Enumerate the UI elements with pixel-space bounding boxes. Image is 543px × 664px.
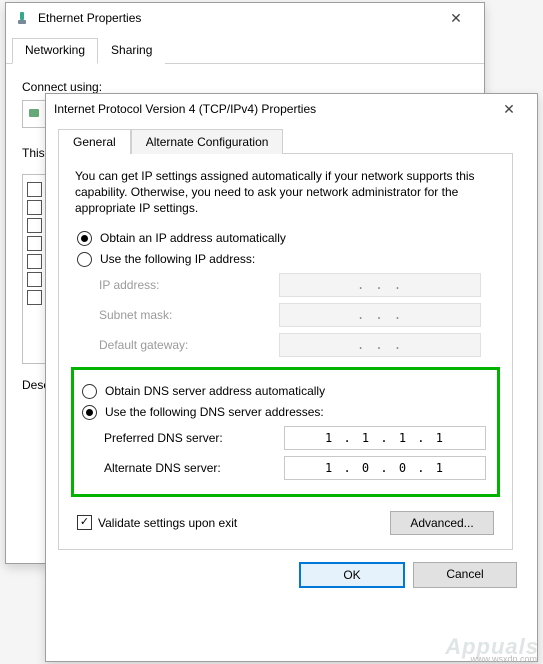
network-adapter-icon: [14, 10, 30, 26]
titlebar[interactable]: Internet Protocol Version 4 (TCP/IPv4) P…: [46, 94, 537, 124]
description-text: You can get IP settings assigned automat…: [75, 168, 496, 217]
subnet-mask-label: Subnet mask:: [99, 308, 269, 322]
default-gateway-input: . . .: [279, 333, 481, 357]
radio-icon: [77, 231, 92, 246]
checkbox-icon: [77, 515, 92, 530]
alternate-dns-input[interactable]: 1 . 0 . 0 . 1: [284, 456, 486, 480]
tab-networking[interactable]: Networking: [12, 38, 98, 64]
radio-label: Obtain DNS server address automatically: [105, 384, 325, 398]
titlebar[interactable]: Ethernet Properties ✕: [6, 3, 484, 33]
dns-highlight-box: Obtain DNS server address automatically …: [71, 367, 500, 497]
subnet-mask-input: . . .: [279, 303, 481, 327]
tabstrip: General Alternate Configuration: [52, 124, 531, 153]
checkbox-icon: [27, 200, 42, 215]
watermark-url: www.wsxdn.com: [470, 654, 537, 664]
tab-general[interactable]: General: [58, 129, 131, 154]
radio-use-following-ip[interactable]: Use the following IP address:: [77, 252, 494, 267]
ip-address-label: IP address:: [99, 278, 269, 292]
radio-label: Obtain an IP address automatically: [100, 231, 286, 245]
default-gateway-label: Default gateway:: [99, 338, 269, 352]
tab-sharing[interactable]: Sharing: [98, 38, 165, 64]
checkbox-icon: [27, 254, 42, 269]
checkbox-label: Validate settings upon exit: [98, 516, 237, 530]
radio-obtain-dns-auto[interactable]: Obtain DNS server address automatically: [82, 384, 489, 399]
preferred-dns-label: Preferred DNS server:: [104, 431, 274, 445]
advanced-button[interactable]: Advanced...: [390, 511, 494, 535]
radio-icon: [82, 405, 97, 420]
connect-using-label: Connect using:: [22, 80, 468, 94]
general-panel: You can get IP settings assigned automat…: [58, 153, 513, 550]
dialog-buttons: OK Cancel: [52, 550, 531, 588]
alternate-dns-label: Alternate DNS server:: [104, 461, 274, 475]
checkbox-icon: [27, 218, 42, 233]
preferred-dns-input[interactable]: 1 . 1 . 1 . 1: [284, 426, 486, 450]
checkbox-icon: [27, 290, 42, 305]
checkbox-icon: [27, 272, 42, 287]
close-icon[interactable]: ✕: [436, 4, 476, 32]
radio-obtain-ip-auto[interactable]: Obtain an IP address automatically: [77, 231, 494, 246]
checkbox-icon: [27, 236, 42, 251]
window-title: Internet Protocol Version 4 (TCP/IPv4) P…: [54, 102, 489, 116]
radio-icon: [77, 252, 92, 267]
ipv4-properties-window: Internet Protocol Version 4 (TCP/IPv4) P…: [45, 93, 538, 662]
ip-address-input: . . .: [279, 273, 481, 297]
radio-icon: [82, 384, 97, 399]
ok-button[interactable]: OK: [299, 562, 405, 588]
tab-alternate-configuration[interactable]: Alternate Configuration: [131, 129, 284, 154]
radio-use-following-dns[interactable]: Use the following DNS server addresses:: [82, 405, 489, 420]
radio-label: Use the following IP address:: [100, 252, 255, 266]
radio-label: Use the following DNS server addresses:: [105, 405, 324, 419]
tabstrip: Networking Sharing: [6, 33, 484, 64]
cancel-button[interactable]: Cancel: [413, 562, 517, 588]
validate-settings-checkbox[interactable]: Validate settings upon exit: [77, 515, 237, 530]
checkbox-icon: [27, 182, 42, 197]
close-icon[interactable]: ✕: [489, 95, 529, 123]
window-title: Ethernet Properties: [38, 11, 436, 25]
network-adapter-icon: [27, 106, 41, 123]
